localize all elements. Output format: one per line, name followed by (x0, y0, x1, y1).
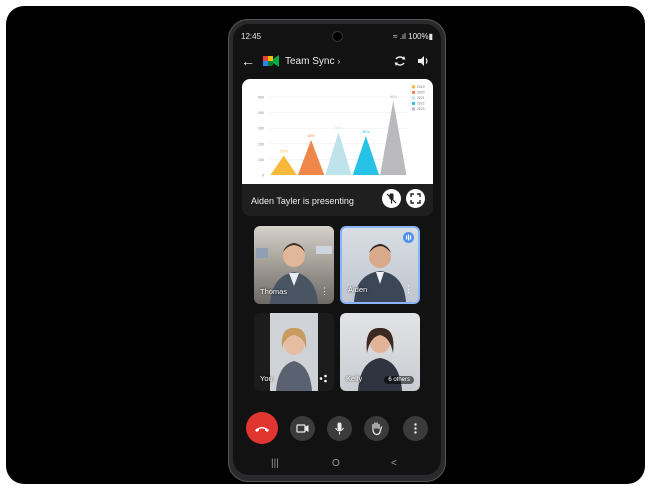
y-tick-label: 0 (262, 174, 264, 178)
shared-screen-chart: 500 400 300 200 100 0 25% 45% 55% 50% 95% 2019 2020 2… (242, 79, 433, 184)
data-label: 25% (280, 150, 288, 154)
raise-hand-button[interactable] (364, 416, 389, 441)
legend-swatch (412, 107, 415, 111)
more-vert-icon[interactable]: ⋮ (320, 286, 329, 297)
presentation-card[interactable]: 500 400 300 200 100 0 25% 45% 55% 50% 95% 2019 2020 2… (242, 79, 433, 216)
home-icon[interactable]: O (332, 458, 340, 469)
participant-tile[interactable]: Thomas ⋮ (254, 226, 334, 304)
chart-peak (270, 155, 297, 175)
y-tick-label: 500 (258, 96, 264, 100)
switch-camera-icon[interactable] (393, 54, 407, 68)
legend-label: 2022 (417, 102, 425, 106)
legend-swatch (412, 101, 415, 105)
more-options-button[interactable] (403, 416, 428, 441)
microphone-icon (335, 422, 344, 435)
system-icons: ≈ .ıl 100%▮ (393, 32, 433, 41)
participant-name: Aiden (348, 285, 368, 294)
y-tick-label: 400 (258, 111, 264, 115)
data-label: 55% (335, 126, 343, 130)
meeting-title[interactable]: Team Sync › (285, 56, 340, 67)
legend-label: 2021 (417, 96, 425, 100)
participant-name: Thomas (260, 287, 288, 296)
phone-frame: 12:45 ≈ .ıl 100%▮ ← Team Sync › 500 400 … (228, 19, 446, 482)
data-label: 95% (390, 95, 398, 99)
chevron-right-icon: › (337, 57, 341, 66)
speaker-icon[interactable] (416, 54, 430, 68)
participant-tile-active[interactable]: Aiden ⋮ (340, 226, 420, 304)
legend-label: 2020 (417, 91, 425, 95)
front-camera (332, 31, 343, 42)
legend-swatch (412, 90, 415, 94)
legend-swatch (412, 85, 415, 89)
data-label: 45% (307, 134, 315, 138)
hand-icon (372, 422, 383, 436)
end-call-button[interactable] (246, 412, 278, 444)
camera-toggle-button[interactable] (290, 416, 315, 441)
y-tick-label: 100 (258, 158, 264, 162)
participant-tile[interactable]: Kelly 6 others (340, 313, 420, 391)
chart-peak (380, 100, 407, 175)
fullscreen-icon (410, 193, 421, 204)
y-tick-label: 300 (258, 127, 264, 131)
participant-tile-self[interactable]: You (254, 313, 334, 391)
y-tick-label: 200 (258, 142, 264, 146)
video-camera-icon (296, 424, 309, 433)
video-background: 12:45 ≈ .ıl 100%▮ ← Team Sync › 500 400 … (6, 6, 645, 484)
phone-hangup-icon (255, 427, 269, 432)
participant-name: You (260, 374, 273, 383)
microphone-toggle-button[interactable] (327, 416, 352, 441)
meeting-title-text: Team Sync (285, 56, 335, 67)
chart-peak (325, 132, 352, 175)
participant-name: Kelly (346, 374, 363, 383)
chart-peak (352, 136, 380, 175)
nav-back-icon[interactable]: < (391, 458, 397, 469)
unpin-button[interactable] (382, 189, 401, 208)
system-nav-bar: ||| O < (233, 454, 441, 475)
status-time: 12:45 (241, 32, 262, 41)
status-bar: 12:45 ≈ .ıl 100%▮ (233, 24, 441, 46)
legend-swatch (412, 96, 415, 100)
speaking-indicator-icon (403, 232, 414, 243)
pin-off-icon (386, 193, 397, 204)
call-controls (233, 409, 441, 449)
legend-label: 2023 (417, 107, 425, 111)
presenter-label: Aiden Tayler is presenting (251, 196, 354, 206)
effects-icon[interactable] (319, 374, 328, 383)
chart-peak (297, 139, 325, 175)
top-bar: ← Team Sync › (233, 50, 441, 74)
back-arrow-icon[interactable]: ← (241, 53, 255, 69)
fullscreen-button[interactable] (406, 189, 425, 208)
data-label: 50% (362, 130, 370, 134)
others-count-badge[interactable]: 6 others (384, 376, 414, 384)
meet-logo-icon (263, 55, 279, 67)
recents-icon[interactable]: ||| (271, 458, 279, 469)
more-vert-icon[interactable]: ⋮ (404, 284, 413, 295)
chart-svg: 500400300200100025%45%55%50%95%201920202… (258, 85, 425, 178)
legend-label: 2019 (417, 85, 425, 89)
phone-screen: 12:45 ≈ .ıl 100%▮ ← Team Sync › 500 400 … (233, 24, 441, 475)
more-vert-icon (414, 423, 417, 434)
